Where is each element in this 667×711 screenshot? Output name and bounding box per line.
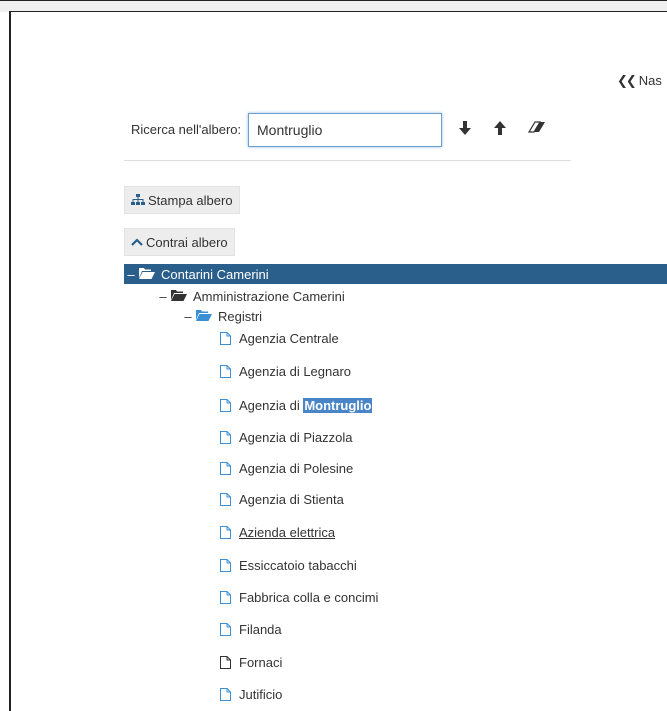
collapse-tree-label: Contrai albero [146, 234, 228, 250]
tree-leaf-label: Fabbrica colla e concimi [239, 589, 379, 605]
tree-leaf-label: Agenzia di Stienta [239, 491, 344, 507]
print-tree-button[interactable]: Stampa albero [124, 186, 240, 214]
tree-node-level1[interactable]: – Amministrazione Camerini [158, 287, 345, 305]
arrow-up-icon[interactable] [493, 120, 511, 138]
tree-leaf-label: Agenzia di Polesine [239, 460, 354, 476]
file-icon [220, 558, 231, 572]
tree-leaf[interactable]: Agenzia di Piazzola [220, 427, 352, 447]
tree-leaf-label: Azienda elettrica [239, 524, 336, 540]
tree-leaf-label: Filanda [239, 621, 282, 637]
tree-leaf[interactable]: Agenzia Centrale [220, 328, 339, 348]
collapse-tree-button[interactable]: Contrai albero [124, 228, 235, 256]
hide-panel-link[interactable]: ❮❮ Nas [617, 73, 662, 89]
file-icon [220, 398, 231, 412]
collapse-toggle-icon[interactable]: – [126, 267, 136, 282]
collapse-toggle-icon[interactable]: – [183, 309, 193, 324]
tree-node-label: Contarini Camerini [161, 266, 269, 282]
file-icon [220, 331, 231, 345]
file-icon [220, 687, 231, 701]
print-tree-label: Stampa albero [148, 192, 233, 208]
file-icon [220, 492, 231, 506]
tree-node-label: Amministrazione Camerini [193, 288, 345, 304]
tree-leaf[interactable]: Fornaci [220, 652, 282, 672]
tree-leaf-label: Fornaci [239, 654, 283, 670]
file-icon [220, 430, 231, 444]
hide-panel-label: Nas [638, 73, 662, 88]
eraser-icon[interactable] [527, 120, 546, 138]
tree-leaf[interactable]: Agenzia di Stienta [220, 489, 344, 509]
tree-leaf-label: Jutificio [239, 686, 283, 702]
file-icon [220, 525, 231, 539]
chevron-up-icon [131, 238, 143, 246]
tree-leaf[interactable]: Agenzia di Montruglio [220, 395, 373, 415]
search-divider [124, 160, 571, 161]
folder-open-icon [171, 289, 187, 304]
tree-leaf-label: Essiccatoio tabacchi [239, 557, 357, 573]
tree-search-input[interactable] [248, 113, 442, 147]
tree-leaf-label: Agenzia di Piazzola [239, 429, 353, 445]
file-icon [220, 655, 231, 669]
file-icon [220, 590, 231, 604]
tree-node-level2[interactable]: – Registri [183, 307, 262, 325]
folder-open-icon [196, 309, 212, 324]
tree-node-root[interactable]: – Contarini Camerini [124, 264, 667, 284]
collapse-toggle-icon[interactable]: – [158, 289, 168, 304]
arrow-down-icon[interactable] [458, 120, 476, 138]
double-chevron-left-icon: ❮❮ [617, 73, 637, 88]
search-label: Ricerca nell'albero: [131, 122, 242, 137]
file-icon [220, 622, 231, 636]
file-icon [220, 364, 231, 378]
sitemap-icon [131, 194, 145, 205]
tree-leaf[interactable]: Agenzia di Legnaro [220, 361, 351, 381]
tree-node-label: Registri [218, 308, 263, 324]
tree-leaf-label: Agenzia di [239, 397, 304, 413]
tree-leaf-label: Agenzia di Legnaro [239, 363, 352, 379]
tree-leaf[interactable]: Essiccatoio tabacchi [220, 555, 357, 575]
tree-leaf[interactable]: Agenzia di Polesine [220, 458, 353, 478]
tree-leaf[interactable]: Azienda elettrica [220, 522, 335, 542]
folder-open-icon [139, 267, 155, 282]
tree-leaf[interactable]: Fabbrica colla e concimi [220, 587, 378, 607]
file-icon [220, 461, 231, 475]
search-match-highlight: Montruglio [303, 397, 373, 413]
tree-leaf-label: Agenzia Centrale [239, 330, 339, 346]
tree-leaf[interactable]: Jutificio [220, 684, 282, 704]
tree-leaf[interactable]: Filanda [220, 619, 282, 639]
